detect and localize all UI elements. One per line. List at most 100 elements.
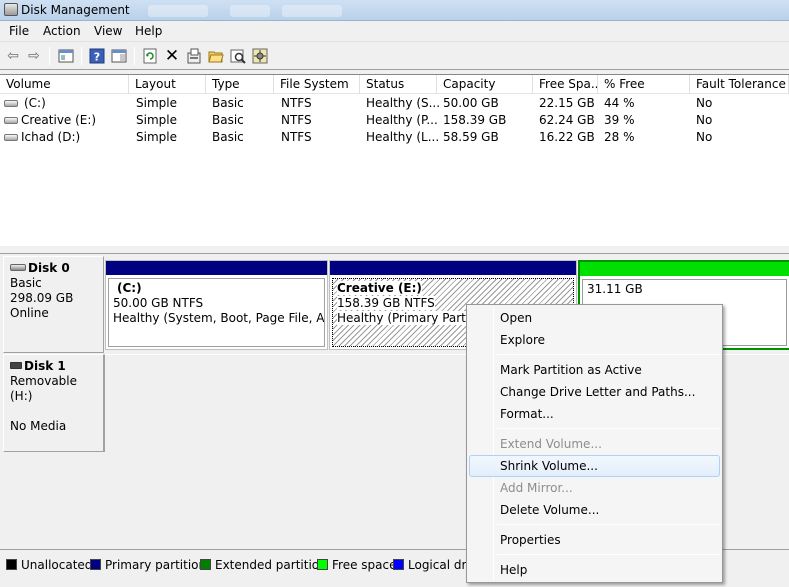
menu-bar: File Action View Help (0, 21, 789, 42)
menu-help[interactable]: Help (133, 24, 164, 38)
partition-status: Healthy (System, Boot, Page File, Active (113, 311, 325, 325)
col-file-system[interactable]: File System (274, 75, 360, 94)
disk-type: Removable (H:) (10, 374, 78, 403)
menu-item-format[interactable]: Format... (469, 403, 720, 425)
menu-item-open[interactable]: Open (469, 307, 720, 329)
cell-fs: NTFS (281, 113, 312, 127)
legend-swatch (317, 559, 328, 570)
blurred-tab (282, 5, 342, 17)
blurred-tab (230, 5, 270, 17)
open-icon[interactable] (206, 46, 226, 66)
cell-capacity: 50.00 GB (443, 96, 499, 110)
menu-item-change-drive-letter[interactable]: Change Drive Letter and Paths... (469, 381, 720, 403)
pane-splitter[interactable] (0, 246, 789, 254)
menu-separator (497, 428, 720, 429)
console-icon[interactable] (56, 46, 76, 66)
col-pct-free[interactable]: % Free (598, 75, 690, 94)
menu-item-shrink-volume[interactable]: Shrink Volume... (469, 455, 720, 477)
cell-pct: 39 % (604, 113, 635, 127)
help-icon[interactable]: ? (87, 46, 107, 66)
forward-icon[interactable]: ⇨ (24, 46, 44, 66)
partition-c[interactable]: (C:) 50.00 GB NTFS Healthy (System, Boot… (105, 260, 328, 350)
cell-fault: No (696, 96, 713, 110)
menu-item-delete-volume[interactable]: Delete Volume... (469, 499, 720, 521)
delete-icon[interactable]: ✕ (162, 46, 182, 66)
disk-1-label[interactable]: Disk 1 Removable (H:) No Media (3, 354, 104, 452)
blurred-tab (148, 5, 208, 17)
toolbar-separator (49, 47, 50, 65)
col-status[interactable]: Status (360, 75, 437, 94)
menu-action[interactable]: Action (41, 24, 83, 38)
hard-disk-icon (10, 264, 26, 271)
col-volume[interactable]: Volume (0, 75, 129, 94)
col-type[interactable]: Type (206, 75, 274, 94)
cell-layout: Simple (136, 113, 177, 127)
col-capacity[interactable]: Capacity (437, 75, 533, 94)
title-bar: Disk Management (0, 0, 789, 21)
svg-text:?: ? (94, 51, 100, 64)
menu-separator (497, 354, 720, 355)
cell-fs: NTFS (281, 130, 312, 144)
cell-fs: NTFS (281, 96, 312, 110)
drive-icon (4, 117, 18, 124)
cell-free: 62.24 GB (539, 113, 595, 127)
volume-list-header: Volume Layout Type File System Status Ca… (0, 75, 789, 94)
cell-volume: (C:) (24, 96, 46, 110)
cell-type: Basic (212, 130, 244, 144)
drive-icon (4, 134, 18, 141)
disk-name: Disk 1 (24, 359, 66, 373)
cell-pct: 44 % (604, 96, 635, 110)
disk-state: No Media (10, 419, 67, 433)
menu-item-extend-volume: Extend Volume... (500, 437, 602, 451)
toolbar-separator (81, 47, 82, 65)
primary-partition-bar (330, 261, 576, 275)
disk-state: Online (10, 306, 49, 320)
properties-icon[interactable] (184, 46, 204, 66)
menu-separator (497, 554, 720, 555)
cell-type: Basic (212, 113, 244, 127)
col-free-space[interactable]: Free Spa... (533, 75, 598, 94)
disk-name: Disk 0 (28, 261, 70, 275)
disk-size: 298.09 GB (10, 291, 74, 305)
cell-capacity: 158.39 GB (443, 113, 507, 127)
settings-icon[interactable] (250, 46, 270, 66)
menu-item-mark-active[interactable]: Mark Partition as Active (469, 359, 720, 381)
disk-management-icon (4, 3, 18, 16)
toolbar: ⇦ ⇨ ? ✕ (0, 43, 789, 70)
menu-item-explore[interactable]: Explore (469, 329, 720, 351)
menu-view[interactable]: View (92, 24, 124, 38)
table-row[interactable]: Ichad (D:) Simple Basic NTFS Healthy (L.… (0, 129, 789, 146)
cell-fault: No (696, 130, 713, 144)
pane-icon[interactable] (109, 46, 129, 66)
table-row[interactable]: (C:) Simple Basic NTFS Healthy (S... 50.… (0, 95, 789, 112)
legend-primary: Primary partition (90, 558, 206, 572)
legend-unallocated: Unallocated (6, 558, 92, 572)
back-icon[interactable]: ⇦ (3, 46, 23, 66)
primary-partition-bar (106, 261, 327, 275)
volume-list: Volume Layout Type File System Status Ca… (0, 74, 789, 246)
partition-status: Healthy (Primary Partitio (337, 311, 485, 325)
toolbar-separator (134, 47, 135, 65)
partition-size: 31.11 GB (587, 282, 643, 296)
table-row[interactable]: Creative (E:) Simple Basic NTFS Healthy … (0, 112, 789, 129)
col-fault-tolerance[interactable]: Fault Tolerance (690, 75, 789, 94)
cell-volume: Creative (E:) (21, 113, 97, 127)
cell-fault: No (696, 113, 713, 127)
removable-disk-icon (10, 362, 22, 369)
menu-item-help[interactable]: Help (469, 559, 720, 581)
disk-type: Basic (10, 276, 42, 290)
partition-title: Creative (E:) (337, 281, 422, 295)
col-layout[interactable]: Layout (129, 75, 206, 94)
menu-file[interactable]: File (7, 24, 31, 38)
partition-body: (C:) 50.00 GB NTFS Healthy (System, Boot… (108, 278, 325, 347)
disk-0-label[interactable]: Disk 0 Basic 298.09 GB Online (3, 256, 104, 353)
menu-item-properties[interactable]: Properties (469, 529, 720, 551)
explore-icon[interactable] (228, 46, 248, 66)
cell-type: Basic (212, 96, 244, 110)
cell-layout: Simple (136, 96, 177, 110)
cell-status: Healthy (L... (366, 130, 440, 144)
refresh-icon[interactable] (140, 46, 160, 66)
drive-icon (4, 100, 18, 107)
menu-item-add-mirror: Add Mirror... (500, 481, 573, 495)
partition-size: 158.39 GB NTFS (337, 296, 435, 310)
